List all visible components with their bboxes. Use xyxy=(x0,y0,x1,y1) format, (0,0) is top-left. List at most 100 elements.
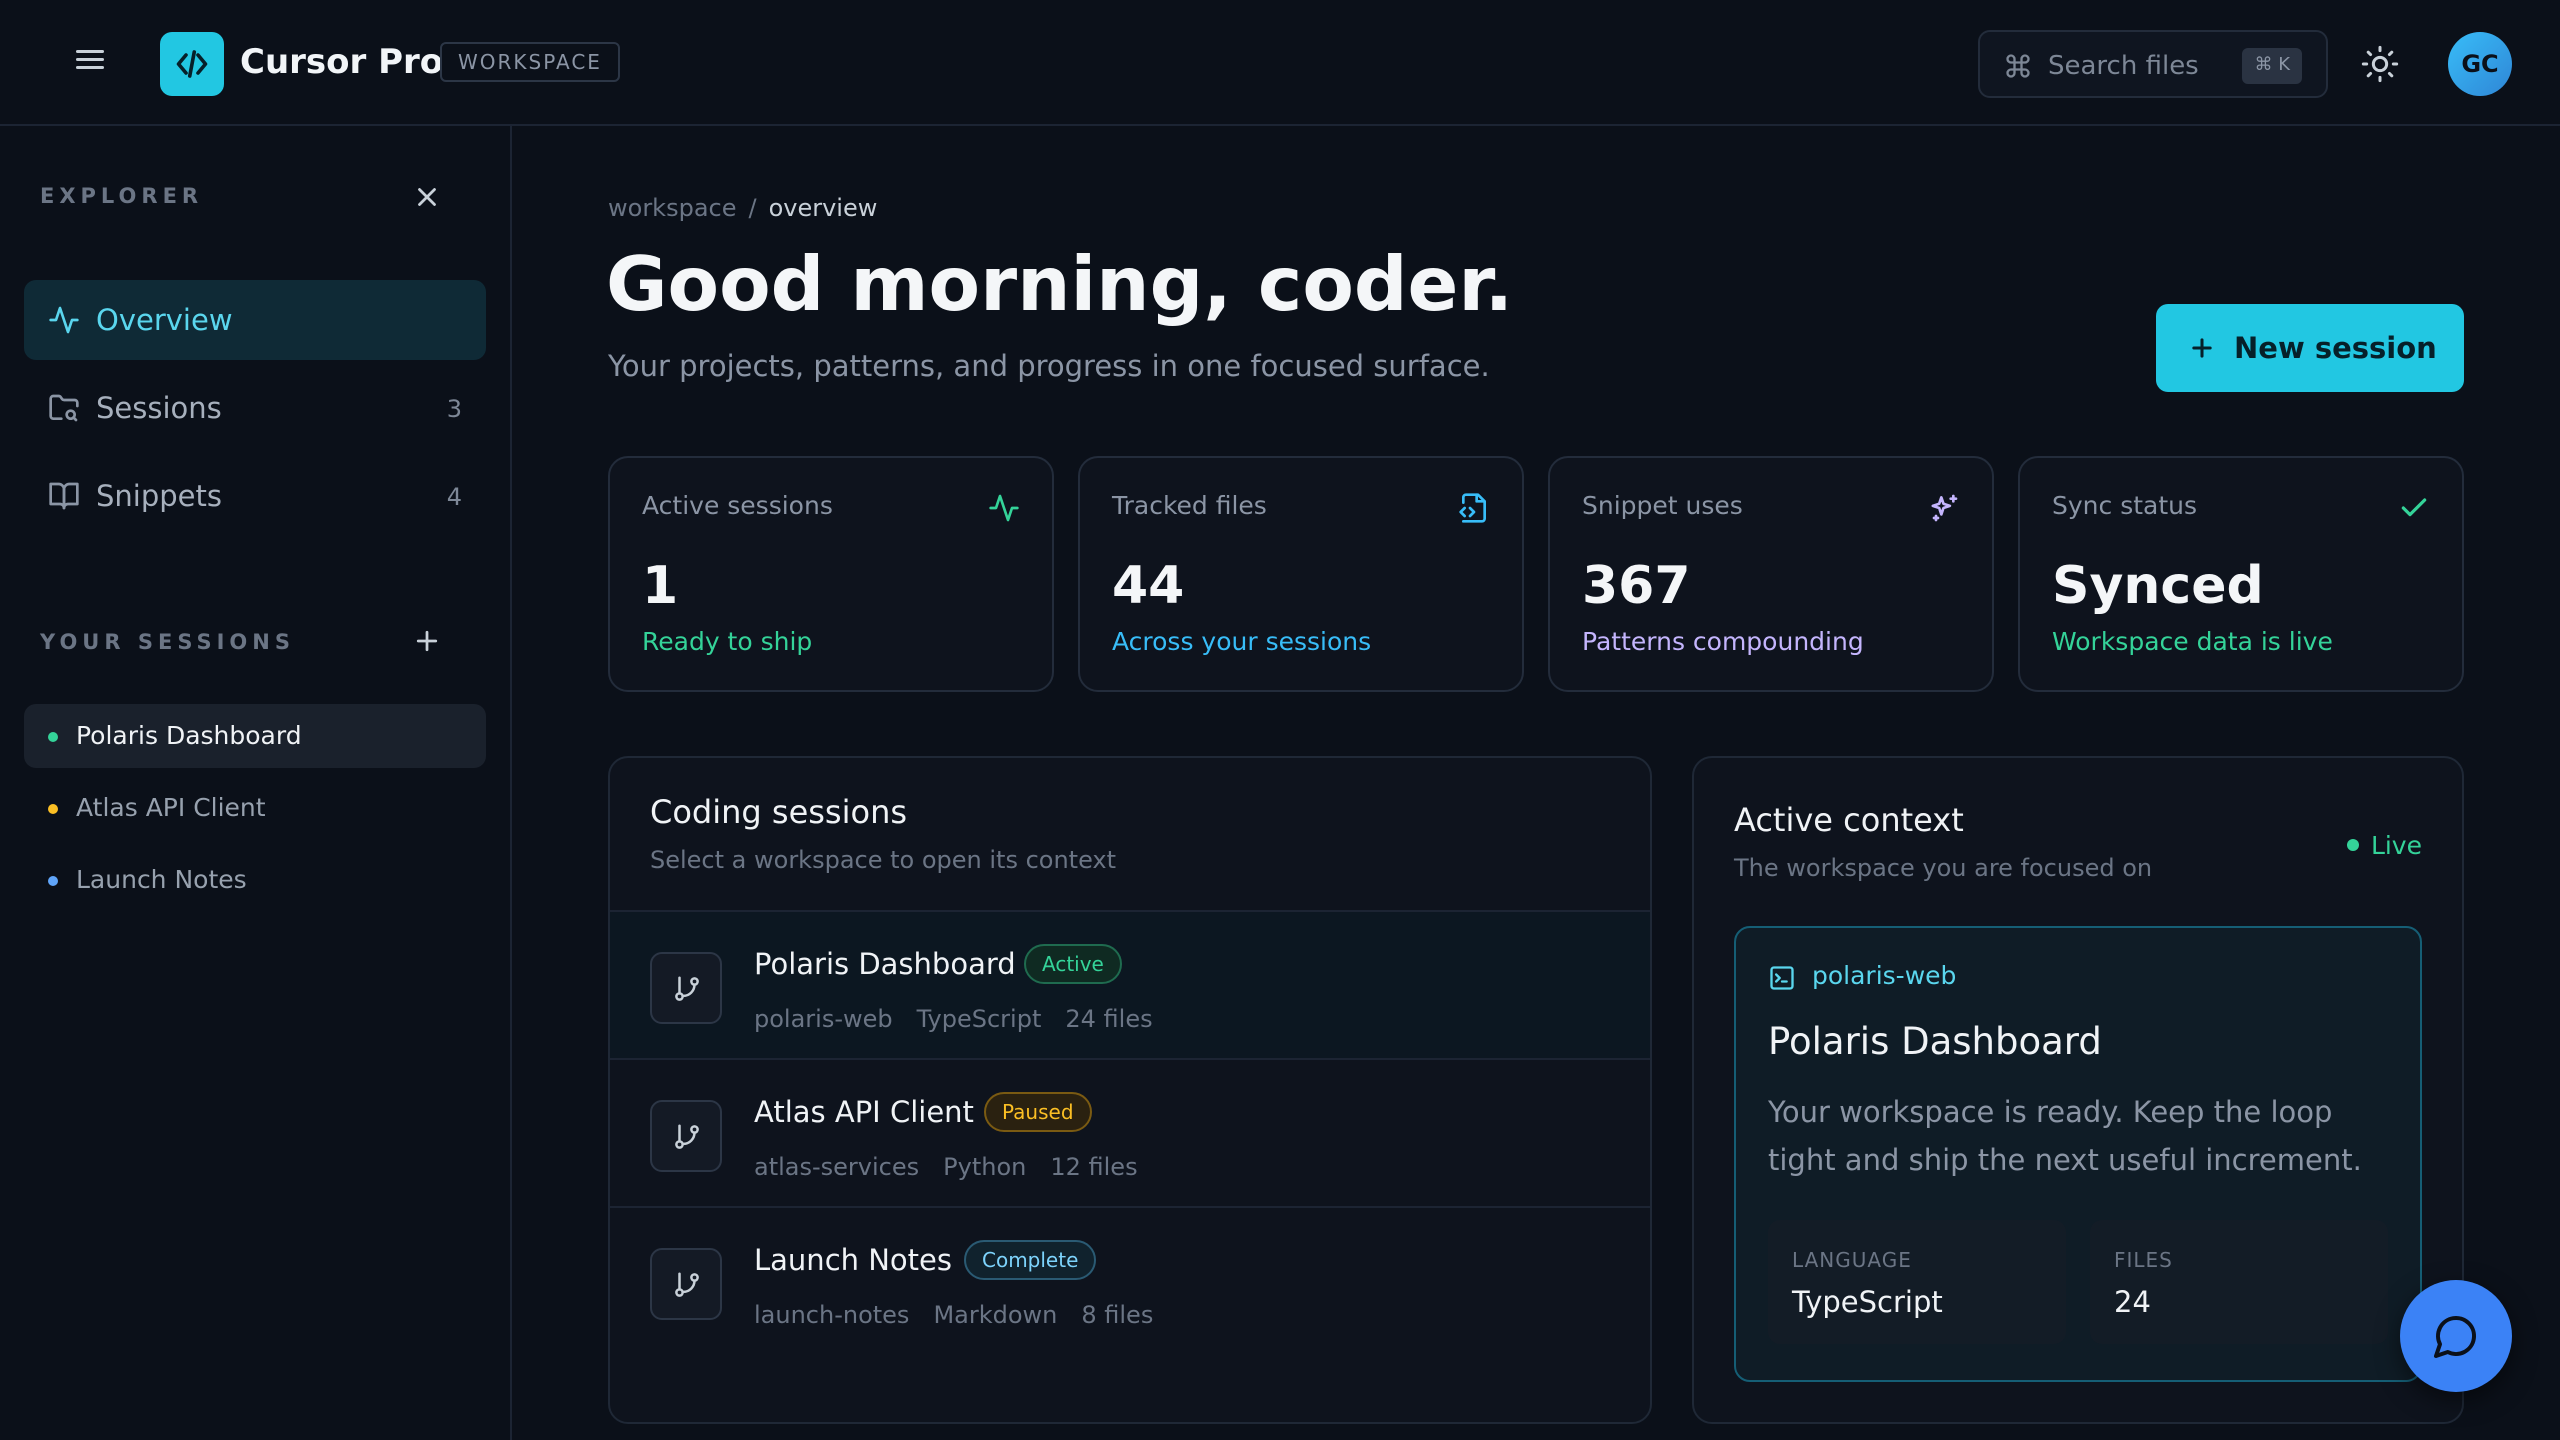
sidebar-item-sessions[interactable]: Sessions 3 xyxy=(24,368,486,448)
field-value: TypeScript xyxy=(1792,1285,1943,1319)
session-label: Polaris Dashboard xyxy=(76,721,302,750)
panel-title: Coding sessions xyxy=(650,793,908,831)
activity-icon xyxy=(989,494,1019,522)
session-files: 8 files xyxy=(1081,1301,1154,1329)
close-icon[interactable] xyxy=(412,182,442,212)
page-subtitle: Your projects, patterns, and progress in… xyxy=(608,349,1490,383)
context-card[interactable]: polaris-web Polaris Dashboard Your works… xyxy=(1734,926,2422,1382)
stat-card-active-sessions: Active sessions 1 Ready to ship xyxy=(608,456,1054,692)
stat-value: 1 xyxy=(642,556,679,616)
search-placeholder: Search files xyxy=(2048,51,2199,81)
top-bar: Cursor Pro WORKSPACE Search files ⌘ K GC xyxy=(0,0,2560,126)
activity-icon xyxy=(49,306,79,334)
avatar[interactable]: GC xyxy=(2448,32,2512,96)
session-name: Launch Notes xyxy=(754,1243,952,1277)
coding-sessions-panel: Coding sessions Select a workspace to op… xyxy=(608,756,1652,1424)
session-meta: atlas-services Python 12 files xyxy=(754,1152,1162,1182)
stat-title: Snippet uses xyxy=(1582,491,1743,520)
sparkles-icon xyxy=(1931,494,1958,522)
sidebar: EXPLORER Overview Sessions 3 Snippets 4 … xyxy=(0,126,512,1440)
message-circle-icon xyxy=(2434,1316,2476,1358)
stat-title: Sync status xyxy=(2052,491,2198,520)
sun-icon[interactable] xyxy=(2360,44,2400,84)
sidebar-session-polaris[interactable]: Polaris Dashboard xyxy=(24,704,486,768)
stat-card-snippet-uses: Snippet uses 367 Patterns compounding xyxy=(1548,456,1994,692)
status-badge: Paused xyxy=(984,1092,1092,1132)
chat-button[interactable] xyxy=(2400,1280,2512,1392)
menu-icon[interactable] xyxy=(72,44,112,84)
stat-value: 44 xyxy=(1112,556,1185,616)
context-description: Your workspace is ready. Keep the loop t… xyxy=(1768,1095,2362,1177)
breadcrumb-root[interactable]: workspace xyxy=(608,194,736,222)
file-code-icon xyxy=(1459,493,1486,523)
session-meta: polaris-web TypeScript 24 files xyxy=(754,1004,1177,1034)
sidebar-item-count: 4 xyxy=(446,483,462,511)
stat-value: 367 xyxy=(1582,556,1691,616)
your-sessions-label: YOUR SESSIONS xyxy=(40,630,295,654)
stat-value: Synced xyxy=(2052,556,2264,616)
field-label: FILES xyxy=(2114,1248,2173,1272)
git-branch-icon xyxy=(650,1100,722,1172)
command-icon xyxy=(2006,54,2030,78)
check-icon xyxy=(2401,498,2427,517)
live-dot xyxy=(2346,839,2359,851)
stat-card-tracked-files: Tracked files 44 Across your sessions xyxy=(1078,456,1524,692)
active-context-panel: Active context The workspace you are foc… xyxy=(1692,756,2464,1424)
breadcrumb: workspace / overview xyxy=(608,192,877,224)
context-repo: polaris-web xyxy=(1812,961,1957,990)
sidebar-item-label: Sessions xyxy=(96,391,222,425)
field-value: 24 xyxy=(2114,1285,2151,1319)
session-language: Python xyxy=(943,1153,1027,1181)
live-label: Live xyxy=(2370,831,2422,860)
session-repo: launch-notes xyxy=(754,1301,910,1329)
field-label: LANGUAGE xyxy=(1792,1248,1912,1272)
search-input[interactable]: Search files ⌘ K xyxy=(1978,30,2328,98)
session-files: 12 files xyxy=(1050,1153,1138,1181)
stat-subtitle: Across your sessions xyxy=(1112,627,1372,656)
panel-title: Active context xyxy=(1734,801,1964,839)
plus-icon[interactable] xyxy=(412,626,442,656)
session-name: Atlas API Client xyxy=(754,1095,974,1129)
session-label: Launch Notes xyxy=(76,865,247,894)
session-repo: atlas-services xyxy=(754,1153,920,1181)
git-branch-icon xyxy=(650,1248,722,1320)
breadcrumb-separator: / xyxy=(748,194,757,222)
workspace-badge: WORKSPACE xyxy=(440,42,620,82)
session-label: Atlas API Client xyxy=(76,793,266,822)
stat-subtitle: Patterns compounding xyxy=(1582,627,1864,656)
status-dot xyxy=(48,804,58,814)
page-title: Good morning, coder. xyxy=(606,240,1514,328)
sidebar-item-overview[interactable]: Overview xyxy=(24,280,486,360)
panel-subtitle: Select a workspace to open its context xyxy=(650,846,1117,874)
sidebar-item-snippets[interactable]: Snippets 4 xyxy=(24,456,486,536)
session-meta: launch-notes Markdown 8 files xyxy=(754,1300,1177,1330)
breadcrumb-current: overview xyxy=(768,194,878,222)
sidebar-item-count: 3 xyxy=(446,395,462,423)
stat-title: Active sessions xyxy=(642,491,833,520)
status-badge: Complete xyxy=(964,1240,1097,1280)
stat-title: Tracked files xyxy=(1112,491,1267,520)
search-shortcut: ⌘ K xyxy=(2242,48,2302,84)
stat-subtitle: Ready to ship xyxy=(642,627,813,656)
language-field: LANGUAGE TypeScript xyxy=(1768,1220,2066,1344)
new-session-button[interactable]: New session xyxy=(2156,304,2464,392)
app-title: Cursor Pro xyxy=(240,42,444,82)
status-dot xyxy=(48,732,58,742)
live-indicator: Live xyxy=(2346,830,2422,862)
session-files: 24 files xyxy=(1065,1005,1153,1033)
session-row-polaris[interactable]: Polaris Dashboard Active polaris-web Type… xyxy=(610,910,1650,1058)
sidebar-session-atlas[interactable]: Atlas API Client xyxy=(24,776,486,840)
app-logo-icon[interactable] xyxy=(160,32,224,96)
folder-search-icon xyxy=(49,394,79,422)
session-row-launch-notes[interactable]: Launch Notes Complete launch-notes Markdo… xyxy=(610,1206,1650,1354)
context-name: Polaris Dashboard xyxy=(1768,1020,2102,1063)
status-dot xyxy=(48,876,58,886)
new-session-label: New session xyxy=(2234,331,2437,365)
sidebar-item-label: Overview xyxy=(96,303,233,337)
session-row-atlas[interactable]: Atlas API Client Paused atlas-services Py… xyxy=(610,1058,1650,1206)
panel-subtitle: The workspace you are focused on xyxy=(1734,854,2153,882)
session-language: TypeScript xyxy=(916,1005,1042,1033)
terminal-square-icon xyxy=(1770,966,1794,990)
sidebar-item-label: Snippets xyxy=(96,479,222,513)
sidebar-session-launch-notes[interactable]: Launch Notes xyxy=(24,848,486,912)
